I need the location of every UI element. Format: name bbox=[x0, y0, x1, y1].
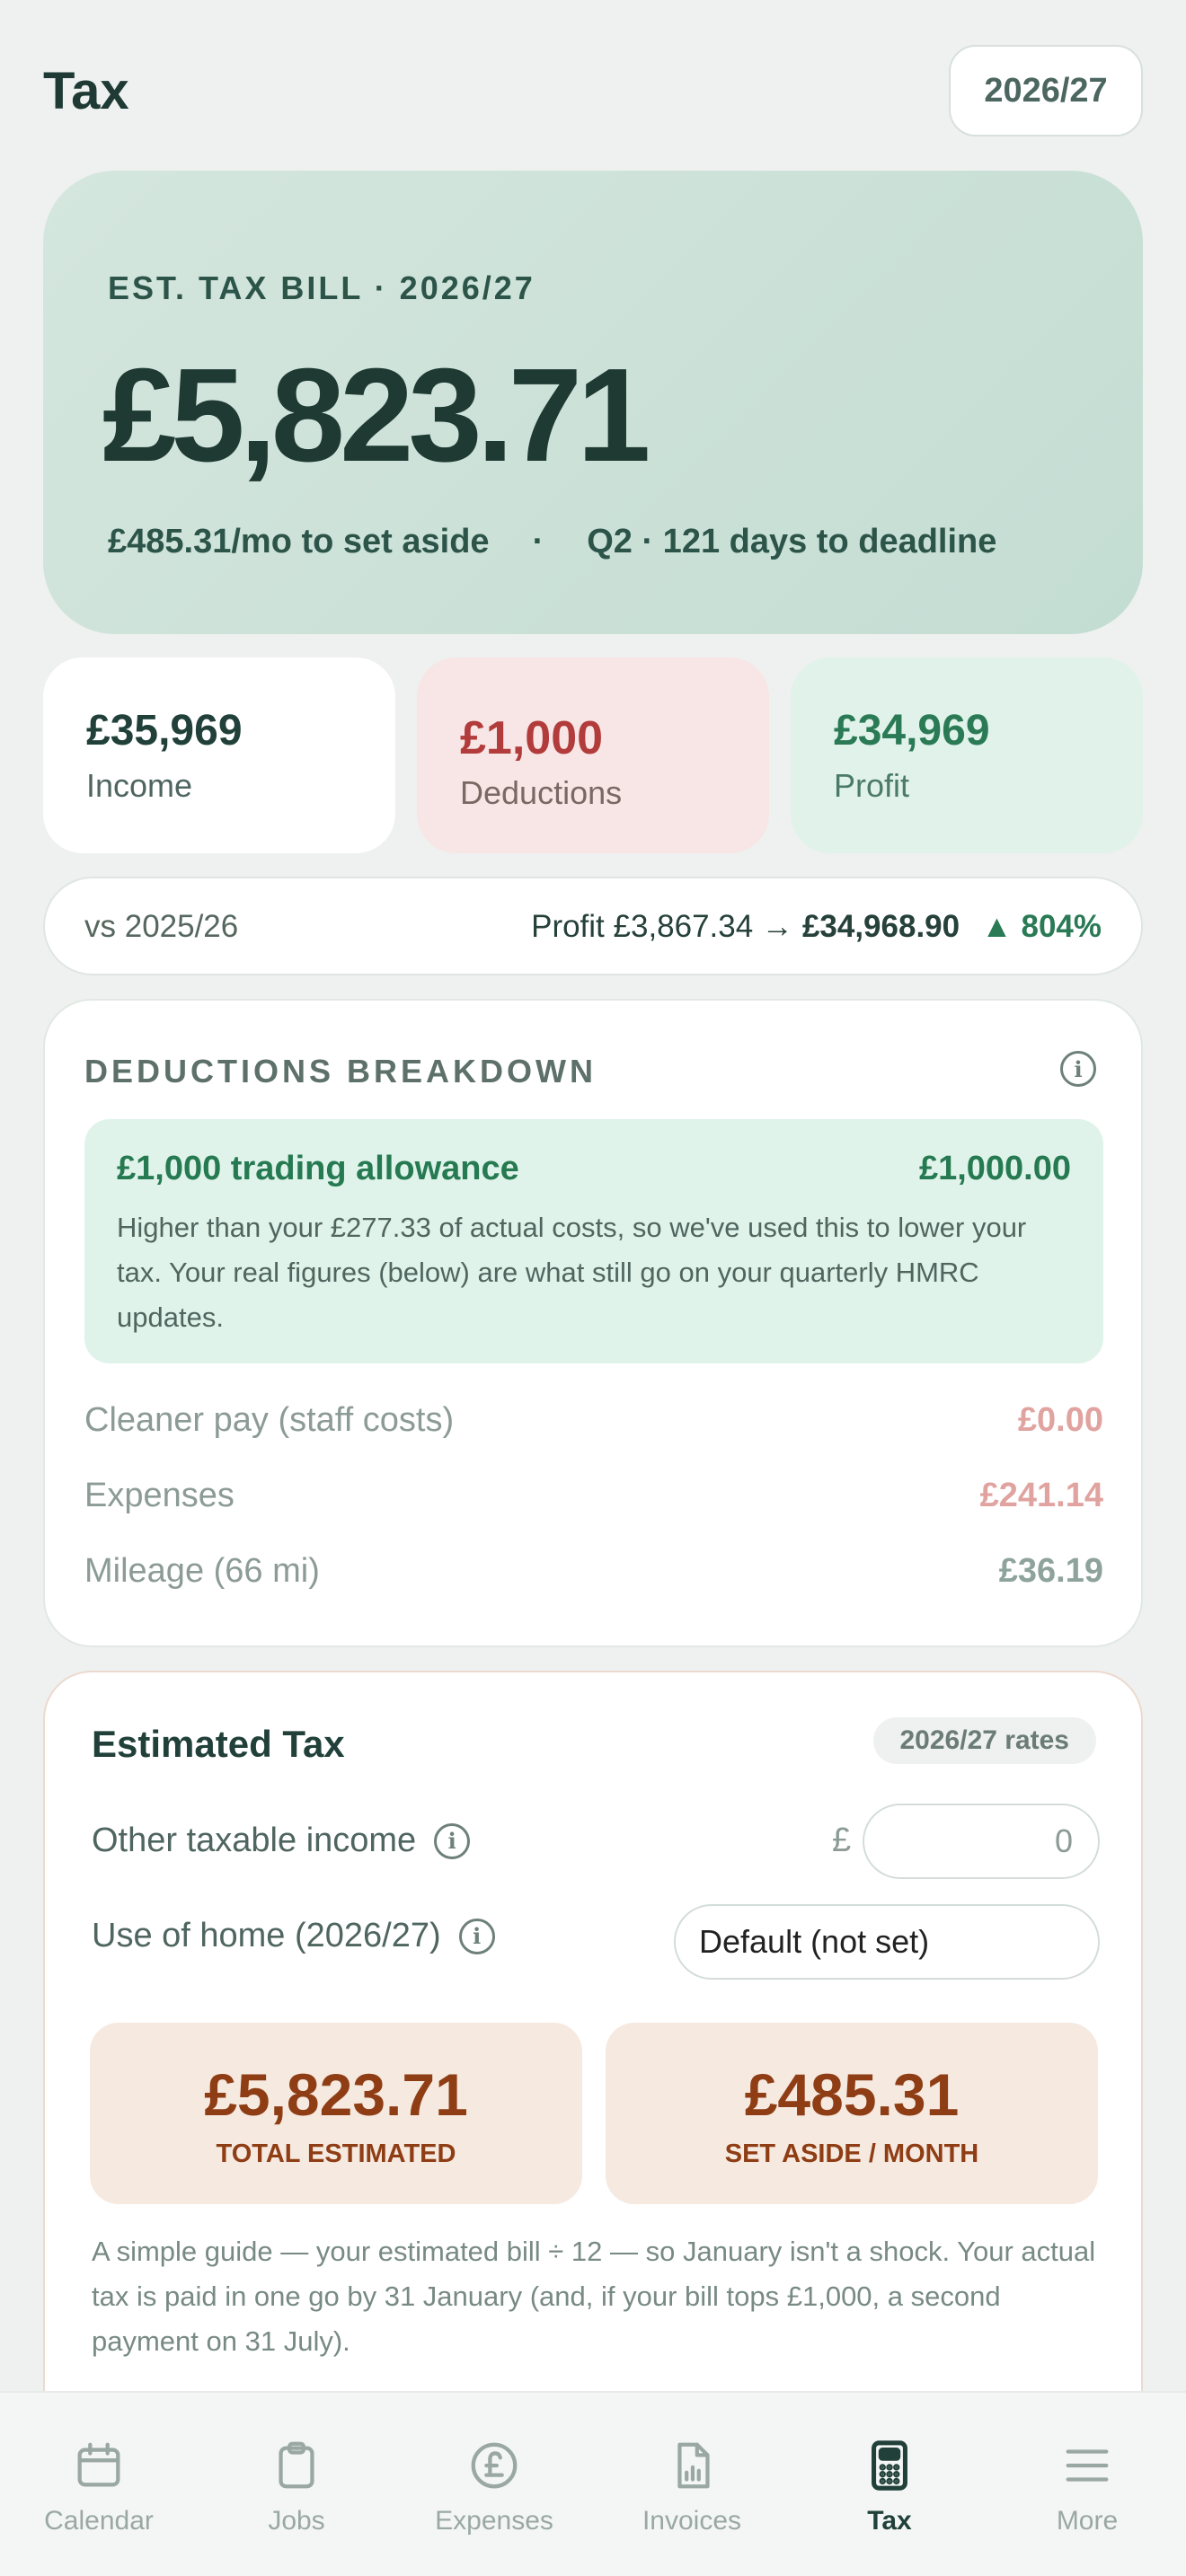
row-amount: £0.00 bbox=[1017, 1401, 1103, 1439]
nav-item-more[interactable]: More bbox=[997, 2438, 1177, 2536]
document-chart-icon bbox=[677, 2442, 710, 2489]
separator-dot: · bbox=[532, 523, 544, 560]
currency-symbol: £ bbox=[832, 1822, 852, 1859]
info-icon[interactable]: i bbox=[1060, 1051, 1096, 1087]
nav-item-jobs[interactable]: Jobs bbox=[207, 2438, 386, 2536]
list-item: Expenses £241.14 bbox=[84, 1477, 1103, 1515]
use-of-home-select[interactable]: Default (not set) bbox=[674, 1904, 1100, 1980]
row-amount: £241.14 bbox=[979, 1477, 1103, 1514]
allowance-description: Higher than your £277.33 of actual costs… bbox=[117, 1212, 1027, 1333]
total-estimated-box: £5,823.71 TOTAL ESTIMATED bbox=[90, 2023, 582, 2204]
pound-icon bbox=[471, 2442, 518, 2489]
tax-bill-amount: £5,823.71 bbox=[102, 341, 651, 490]
use-of-home-label: Use of home (2026/27) bbox=[92, 1917, 441, 1954]
estimate-guide-note: A simple guide — your estimated bill ÷ 1… bbox=[92, 2236, 1096, 2357]
deadline-countdown: Q2 · 121 days to deadline bbox=[587, 523, 997, 560]
deductions-label: Deductions bbox=[460, 774, 623, 811]
nav-label: Calendar bbox=[44, 2506, 154, 2536]
other-income-input[interactable]: 0 bbox=[863, 1804, 1100, 1879]
nav-item-expenses[interactable]: Expenses bbox=[404, 2438, 584, 2536]
comparison-label: vs 2025/26 bbox=[84, 909, 239, 944]
set-aside-month-label: SET ASIDE / MONTH bbox=[724, 2139, 979, 2168]
row-name: Expenses bbox=[84, 1477, 235, 1514]
other-income-label-group: Other taxable income i bbox=[92, 1822, 471, 1860]
nav-label: Expenses bbox=[435, 2506, 553, 2536]
monthly-set-aside: £485.31/mo to set aside bbox=[108, 523, 490, 560]
profit-tile[interactable]: £34,969 Profit bbox=[791, 657, 1143, 853]
nav-label: Invoices bbox=[642, 2506, 742, 2536]
list-item: Mileage (66 mi) £36.19 bbox=[84, 1552, 1103, 1591]
comparison-current: £34,968.90 bbox=[801, 909, 960, 944]
page-title: Tax bbox=[43, 62, 129, 120]
income-label: Income bbox=[86, 767, 193, 804]
clipboard-icon bbox=[279, 2441, 314, 2489]
row-name: Cleaner pay (staff costs) bbox=[84, 1401, 455, 1439]
trading-allowance-panel: £1,000 trading allowance £1,000.00 Highe… bbox=[84, 1119, 1103, 1363]
deductions-breakdown-card: DEDUCTIONS BREAKDOWN i £1,000 trading al… bbox=[43, 999, 1143, 1647]
comparison-change: ▲ 804% bbox=[981, 909, 1102, 944]
rates-badge: 2026/27 rates bbox=[872, 1717, 1096, 1764]
bottom-nav: Calendar Jobs Expenses Invoices Tax More bbox=[0, 2391, 1186, 2576]
estimated-tax-card: Estimated Tax 2026/27 rates Other taxabl… bbox=[43, 1671, 1143, 2479]
tax-bill-hero-card: EST. TAX BILL · 2026/27 £5,823.71 £485.3… bbox=[43, 171, 1143, 634]
income-tile[interactable]: £35,969 Income bbox=[43, 657, 395, 853]
set-aside-month-box: £485.31 SET ASIDE / MONTH bbox=[606, 2023, 1098, 2204]
estimated-tax-title: Estimated Tax bbox=[92, 1723, 345, 1765]
set-aside-month-value: £485.31 bbox=[744, 2061, 960, 2128]
income-value: £35,969 bbox=[86, 707, 243, 754]
nav-label: More bbox=[1056, 2506, 1119, 2536]
allowance-amount: £1,000.00 bbox=[918, 1150, 1071, 1187]
nav-label: Jobs bbox=[268, 2506, 325, 2536]
info-icon[interactable]: i bbox=[458, 1918, 495, 1954]
info-icon[interactable]: i bbox=[434, 1822, 471, 1859]
list-item: Cleaner pay (staff costs) £0.00 bbox=[84, 1401, 1103, 1440]
profit-label: Profit bbox=[834, 767, 910, 804]
tax-bill-label: EST. TAX BILL · 2026/27 bbox=[108, 269, 535, 306]
nav-item-calendar[interactable]: Calendar bbox=[9, 2438, 189, 2536]
row-name: Mileage (66 mi) bbox=[84, 1552, 320, 1590]
deductions-tile[interactable]: £1,000 Deductions bbox=[417, 657, 769, 853]
breakdown-title: DEDUCTIONS BREAKDOWN bbox=[84, 1053, 597, 1090]
nav-item-tax[interactable]: Tax bbox=[800, 2438, 979, 2536]
use-of-home-label-group: Use of home (2026/27) i bbox=[92, 1917, 495, 1955]
total-estimated-value: £5,823.71 bbox=[204, 2061, 468, 2128]
tax-bill-subline: £485.31/mo to set aside · Q2 · 121 days … bbox=[108, 523, 996, 561]
comparison-previous: Profit £3,867.34 → bbox=[531, 909, 793, 944]
nav-label: Tax bbox=[867, 2506, 912, 2536]
comparison-values: Profit £3,867.34 → £34,968.90 ▲ 804% bbox=[531, 909, 1102, 945]
nav-item-invoices[interactable]: Invoices bbox=[602, 2438, 782, 2536]
tax-screen: Tax 2026/27 EST. TAX BILL · 2026/27 £5,8… bbox=[0, 0, 1186, 2576]
year-comparison-bar: vs 2025/26 Profit £3,867.34 → £34,968.90… bbox=[43, 877, 1143, 975]
row-amount: £36.19 bbox=[998, 1552, 1103, 1590]
other-income-label: Other taxable income bbox=[92, 1822, 417, 1859]
total-estimated-label: TOTAL ESTIMATED bbox=[216, 2139, 456, 2168]
calendar-icon bbox=[77, 2442, 120, 2487]
menu-icon bbox=[1066, 2449, 1109, 2482]
profit-value: £34,969 bbox=[834, 707, 990, 754]
tax-year-selector[interactable]: 2026/27 bbox=[949, 45, 1143, 137]
calculator-icon bbox=[872, 2440, 907, 2491]
deductions-value: £1,000 bbox=[460, 712, 604, 764]
allowance-title: £1,000 trading allowance bbox=[117, 1150, 519, 1187]
